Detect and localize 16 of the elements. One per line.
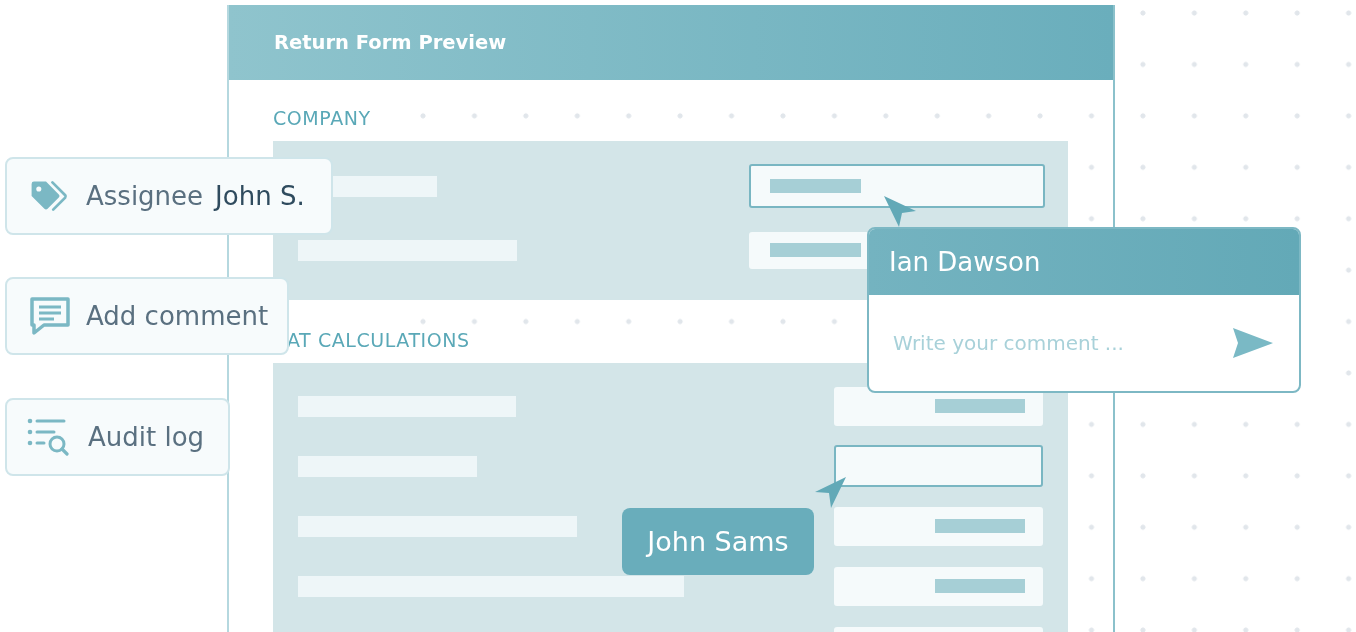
send-icon: [1233, 328, 1273, 358]
author-name: Ian Dawson: [889, 247, 1041, 277]
section-label: AT CALCULATIONS: [287, 329, 470, 351]
add-comment-button[interactable]: Add comment: [5, 277, 290, 355]
comment-input[interactable]: Write your comment ...: [893, 328, 1217, 358]
input-field[interactable]: [749, 164, 1045, 208]
comment-icon: [30, 297, 70, 335]
section-label: COMPANY: [273, 107, 371, 129]
audit-log-button[interactable]: Audit log: [5, 398, 231, 476]
tag-icon: [30, 180, 70, 212]
user-name-tag: John Sams: [622, 508, 814, 575]
assignee-button[interactable]: Assignee John S.: [5, 157, 333, 235]
cursor-icon: [815, 477, 846, 508]
input-field[interactable]: [834, 445, 1043, 487]
send-button[interactable]: [1233, 328, 1273, 358]
window-title: Return Form Preview: [274, 30, 507, 55]
